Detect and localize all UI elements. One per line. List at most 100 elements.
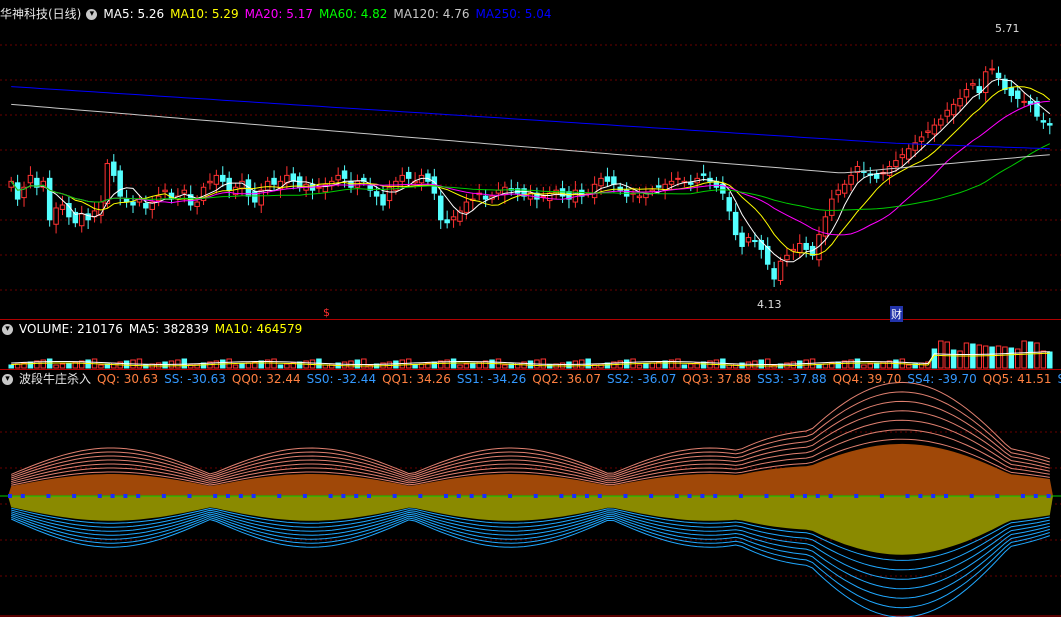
legend-label: MA120: <box>393 7 443 21</box>
legend-item-ma10: MA10: 5.29 <box>170 7 238 21</box>
signal-dot <box>418 494 423 498</box>
legend-label: SS5: <box>1058 372 1061 386</box>
signal-dot <box>969 494 974 498</box>
legend-label: MA5: <box>103 7 138 21</box>
signal-dot <box>944 494 949 498</box>
legend-label: SS4: <box>907 372 939 386</box>
signal-dot <box>905 494 910 498</box>
signal-dot <box>302 494 307 498</box>
volume-bar <box>995 345 1002 369</box>
candle-body <box>989 68 995 71</box>
legend-item-ss2: SS2: -36.07 <box>607 372 676 386</box>
candle-body <box>380 194 386 206</box>
legend-value: -30.63 <box>187 372 226 386</box>
candle-body <box>899 154 906 159</box>
candle-body <box>463 201 470 213</box>
legend-label: MA10: <box>214 322 257 336</box>
candle-body <box>925 130 931 133</box>
volume-bar <box>745 361 752 369</box>
candle-body <box>271 177 277 185</box>
indicator-name: 波段牛庄杀入 <box>19 372 92 386</box>
collapse-toggle-icon[interactable]: ▾ <box>2 323 13 335</box>
candle-body <box>348 180 354 188</box>
candle-body <box>771 268 777 280</box>
signal-dot <box>931 494 936 498</box>
legend-label: SS: <box>164 372 188 386</box>
candle-body <box>636 195 643 199</box>
candle-body <box>14 182 21 200</box>
candle-body <box>540 195 547 198</box>
volume-bar <box>976 344 983 369</box>
collapse-toggle-icon[interactable]: ▾ <box>2 373 13 385</box>
volume-bar <box>393 360 399 369</box>
indicator-panel-header: ▾ 波段牛庄杀入 QQ: 30.63 SS: -30.63 QQ0: 32.44 SS… <box>0 371 1061 387</box>
candle-body <box>835 189 841 196</box>
candle-body <box>53 207 59 225</box>
candle-body <box>78 213 85 227</box>
volume-bar <box>341 361 348 369</box>
signal-dot <box>110 494 115 498</box>
signal-dot <box>1020 494 1025 498</box>
volume-bar <box>502 364 508 369</box>
signal-dot <box>995 494 1000 498</box>
candle-body <box>1014 90 1021 99</box>
volume-bar <box>873 362 880 369</box>
signal-dot <box>828 494 833 498</box>
candle-body <box>155 195 162 202</box>
candle-body <box>668 180 675 185</box>
candle-body <box>873 173 880 179</box>
candle-body <box>950 103 957 116</box>
legend-label: MA60: <box>319 7 361 21</box>
legend-label: MA10: <box>170 7 212 21</box>
candle-body <box>918 136 925 142</box>
volume-bar <box>457 364 463 369</box>
legend-value: 464579 <box>256 322 303 336</box>
volume-bar <box>950 349 957 369</box>
volume-bar <box>598 363 604 369</box>
candle-body <box>675 177 681 180</box>
signal-dot <box>8 494 12 498</box>
volume-bar <box>412 364 418 369</box>
volume-bar <box>1034 342 1040 369</box>
volume-bar <box>53 364 59 369</box>
volume-bar <box>136 358 143 369</box>
legend-label: QQ1: <box>382 372 417 386</box>
price-panel-header: 华神科技(日线) ▾ MA5: 5.26 MA10: 5.29 MA20: 5.17… <box>0 6 558 22</box>
legend-value: 4.76 <box>442 7 470 21</box>
candle-body <box>829 198 835 216</box>
legend-item-volume: VOLUME: 210176 <box>19 322 123 336</box>
volume-bar <box>1014 348 1021 369</box>
candle-body <box>906 148 912 160</box>
legend-item-ma60: MA60: 4.82 <box>319 7 387 21</box>
candle-body <box>1021 100 1027 103</box>
ma10-line <box>10 86 1051 256</box>
legend-label: QQ5: <box>982 372 1018 386</box>
legend-value: 5.29 <box>211 7 239 21</box>
candle-body <box>604 176 611 182</box>
volume-bar <box>181 358 188 369</box>
legend-item-ma5: MA5: 382839 <box>129 322 209 336</box>
volume-bar <box>816 364 822 369</box>
legend-item-ma10: MA10: 464579 <box>215 322 303 336</box>
candle-body <box>405 171 412 179</box>
candle-body <box>495 189 502 194</box>
legend-label: MA250: <box>475 7 525 21</box>
signal-dot <box>443 494 448 498</box>
volume-bar <box>636 364 643 369</box>
legend-value: -36.07 <box>637 372 677 386</box>
candle-body <box>226 177 232 191</box>
candle-body <box>316 186 322 189</box>
candle-body <box>399 174 406 182</box>
legend-value: 5.04 <box>524 7 552 21</box>
legend-label: QQ4: <box>832 372 867 386</box>
volume-bar <box>764 358 771 369</box>
legend-value: -39.70 <box>938 372 977 386</box>
candle-body <box>59 204 66 210</box>
collapse-toggle-icon[interactable]: ▾ <box>86 8 98 20</box>
candle-body <box>1047 123 1053 126</box>
signal-dot <box>482 494 487 498</box>
candle-body <box>213 174 220 185</box>
volume-bar <box>688 363 694 369</box>
candle-body <box>66 203 72 218</box>
signal-dot <box>815 494 820 498</box>
